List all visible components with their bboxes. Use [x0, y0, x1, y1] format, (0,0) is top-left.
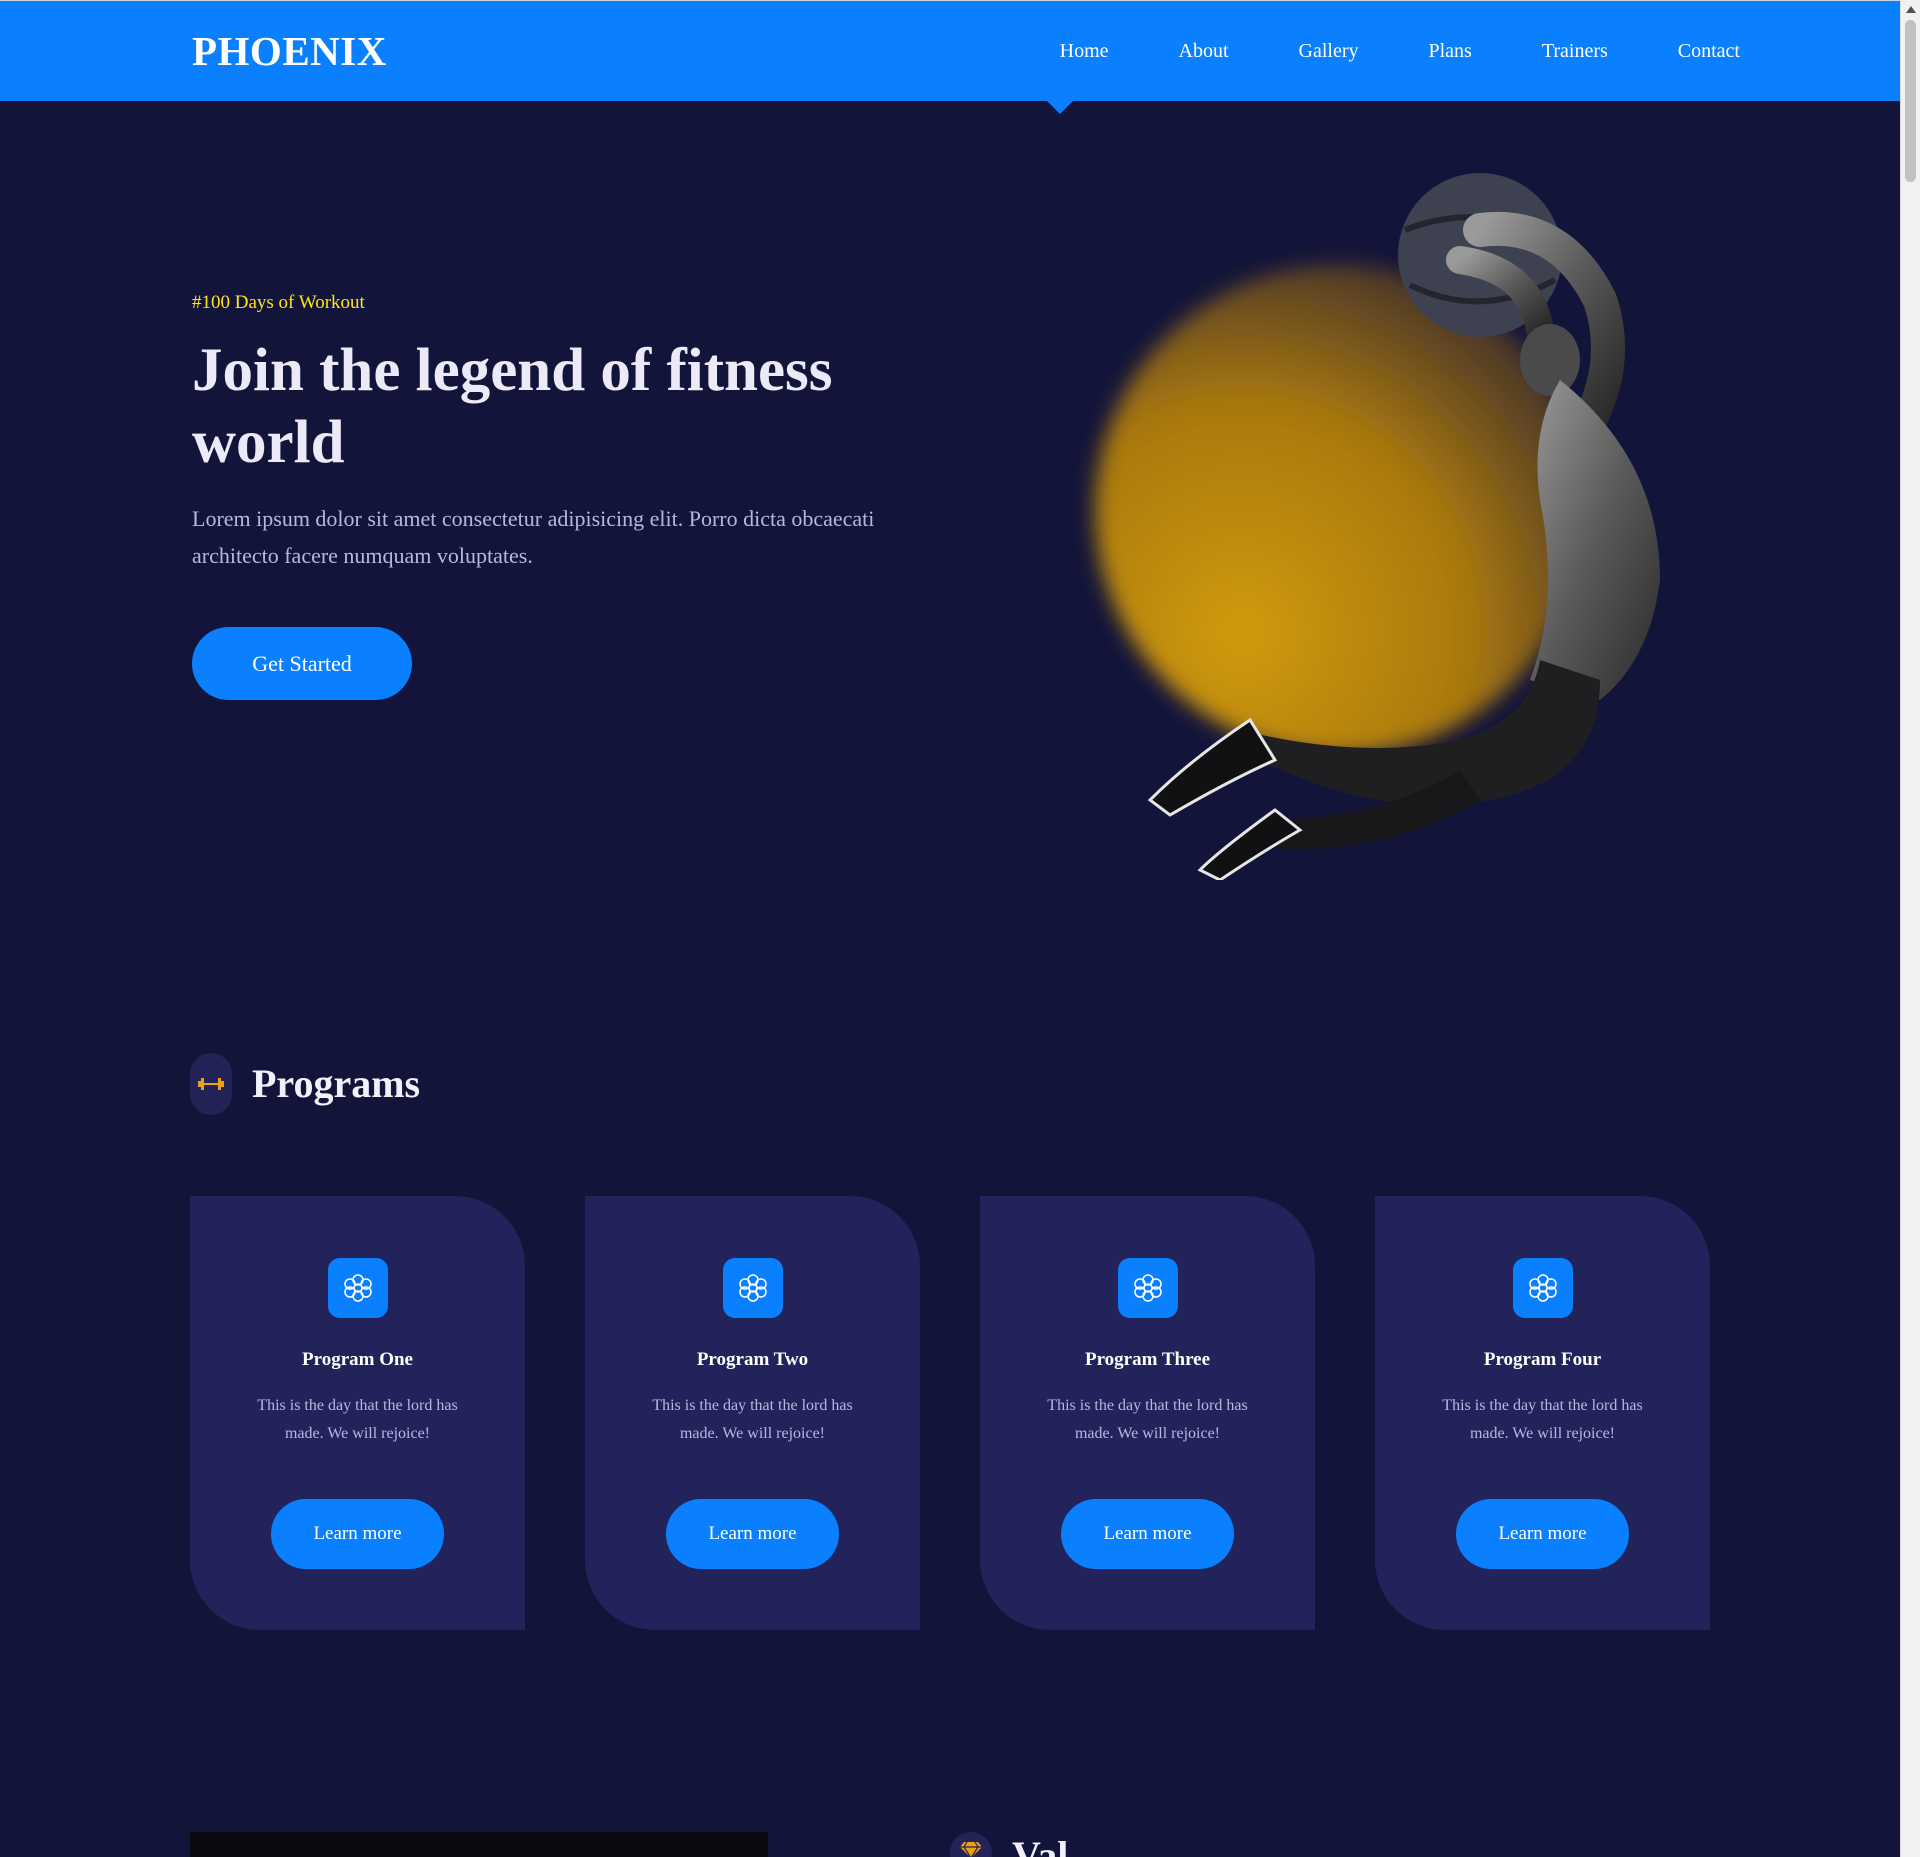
card-text: This is the day that the lord has made. …	[652, 1397, 853, 1442]
diamond-icon	[950, 1832, 992, 1857]
programs-title: Programs	[252, 1061, 421, 1106]
nav-link-gallery[interactable]: Gallery	[1299, 40, 1359, 63]
hero-description: Lorem ipsum dolor sit amet consectetur a…	[192, 506, 875, 568]
program-card: Program Four This is the day that the lo…	[1375, 1196, 1710, 1630]
nav-link-plans[interactable]: Plans	[1429, 40, 1472, 63]
program-cards: Program One This is the day that the lor…	[190, 1196, 1710, 1630]
sun-glow	[1095, 265, 1585, 755]
hero-illustration	[1095, 173, 1660, 882]
card-text: This is the day that the lord has made. …	[1047, 1397, 1248, 1442]
hero-title: Join the legend of fitness world	[192, 337, 833, 476]
athlete-medicine-ball-image	[1060, 160, 1700, 882]
card-text: This is the day that the lord has made. …	[1442, 1397, 1643, 1442]
navbar: PHOENIX Home About Gallery Plans Trainer…	[0, 0, 1900, 101]
hero-tag: #100 Days of Workout	[192, 292, 365, 313]
card-title: Program One	[302, 1349, 413, 1370]
flower-icon	[723, 1258, 783, 1318]
learn-more-button[interactable]: Learn more	[1061, 1499, 1234, 1569]
nav-link-trainers[interactable]: Trainers	[1542, 40, 1608, 63]
active-nav-indicator	[1046, 100, 1074, 114]
scroll-thumb[interactable]	[1905, 20, 1916, 182]
program-card: Program Two This is the day that the lor…	[585, 1196, 920, 1630]
flower-icon	[1513, 1258, 1573, 1318]
card-title: Program Two	[696, 1349, 809, 1370]
values-image	[190, 1832, 768, 1857]
card-title: Program Four	[1483, 1349, 1602, 1370]
dumbbell-icon	[190, 1053, 232, 1115]
learn-more-button[interactable]: Learn more	[271, 1499, 444, 1569]
logo[interactable]: PHOENIX	[192, 27, 387, 75]
values-title: Val	[1012, 1833, 1069, 1857]
flower-icon	[328, 1258, 388, 1318]
flower-icon	[1118, 1258, 1178, 1318]
learn-more-button[interactable]: Learn more	[666, 1499, 839, 1569]
page-scrollbar[interactable]	[1900, 0, 1920, 1857]
nav-link-contact[interactable]: Contact	[1678, 40, 1740, 63]
get-started-button[interactable]: Get Started	[192, 627, 412, 700]
card-title: Program Three	[1084, 1349, 1211, 1370]
nav-link-about[interactable]: About	[1179, 40, 1229, 63]
program-card: Program Three This is the day that the l…	[980, 1196, 1315, 1630]
nav-links: Home About Gallery Plans Trainers Contac…	[990, 1, 1740, 101]
card-text: This is the day that the lord has made. …	[257, 1397, 458, 1442]
learn-more-button[interactable]: Learn more	[1456, 1499, 1629, 1569]
scroll-up-arrow-icon[interactable]	[1906, 6, 1916, 13]
program-card: Program One This is the day that the lor…	[190, 1196, 525, 1630]
nav-link-home[interactable]: Home	[1060, 40, 1109, 63]
